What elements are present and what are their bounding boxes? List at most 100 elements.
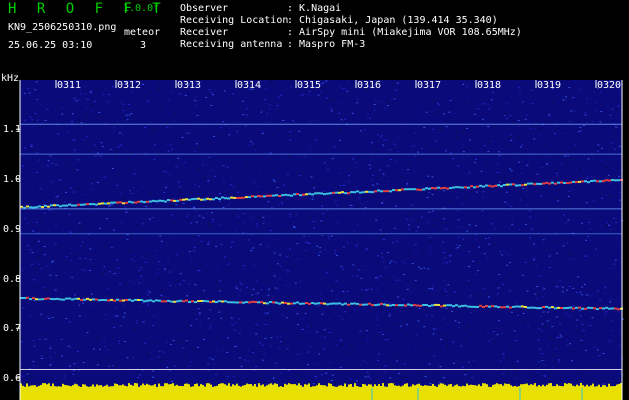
noise-pixel bbox=[262, 359, 265, 361]
noise-pixel bbox=[363, 345, 366, 347]
noise-pixel bbox=[555, 198, 557, 200]
noise-pixel bbox=[571, 360, 574, 362]
noise-pixel bbox=[205, 97, 208, 98]
noise-pixel bbox=[505, 191, 508, 193]
power-spike bbox=[600, 386, 602, 388]
noise-pixel bbox=[448, 251, 451, 253]
noise-pixel bbox=[175, 254, 178, 256]
power-spike bbox=[156, 386, 158, 388]
y-tick-label: 0.7 bbox=[3, 323, 22, 334]
power-spike bbox=[254, 383, 256, 388]
time-tick-label: 0317 bbox=[417, 80, 442, 91]
noise-pixel bbox=[457, 343, 460, 345]
noise-pixel bbox=[255, 223, 258, 225]
noise-pixel bbox=[339, 345, 342, 347]
doppler-trace-upper bbox=[518, 184, 521, 187]
noise-pixel bbox=[113, 315, 116, 317]
noise-pixel bbox=[424, 329, 427, 331]
noise-pixel bbox=[377, 277, 380, 279]
noise-pixel bbox=[288, 271, 290, 272]
doppler-trace-upper bbox=[257, 195, 260, 197]
noise-pixel bbox=[369, 377, 372, 379]
noise-pixel bbox=[495, 284, 498, 286]
doppler-trace-upper bbox=[593, 179, 596, 182]
noise-pixel bbox=[102, 272, 104, 274]
noise-pixel bbox=[373, 104, 376, 105]
noise-pixel bbox=[273, 252, 276, 254]
noise-pixel bbox=[510, 170, 513, 172]
noise-pixel bbox=[112, 251, 115, 253]
noise-pixel bbox=[59, 99, 62, 101]
noise-pixel bbox=[605, 273, 608, 275]
noise-pixel bbox=[401, 260, 404, 262]
noise-pixel bbox=[486, 330, 489, 332]
doppler-trace-upper bbox=[77, 203, 80, 206]
noise-pixel bbox=[212, 218, 215, 220]
noise-pixel bbox=[386, 336, 389, 338]
doppler-trace-lower bbox=[26, 296, 29, 299]
noise-pixel bbox=[116, 328, 118, 330]
noise-pixel bbox=[34, 269, 37, 270]
noise-pixel bbox=[444, 292, 447, 294]
noise-pixel bbox=[228, 134, 231, 136]
noise-pixel bbox=[192, 162, 195, 164]
doppler-trace-upper bbox=[407, 188, 410, 191]
power-spike bbox=[470, 384, 472, 388]
noise-pixel bbox=[514, 371, 517, 373]
noise-pixel bbox=[488, 193, 491, 195]
noise-pixel bbox=[374, 340, 377, 342]
noise-pixel bbox=[304, 128, 307, 130]
noise-pixel bbox=[402, 274, 405, 276]
doppler-trace-lower bbox=[449, 304, 452, 307]
noise-pixel bbox=[596, 290, 599, 292]
noise-pixel bbox=[589, 240, 592, 242]
noise-pixel bbox=[532, 212, 535, 214]
doppler-trace-lower bbox=[23, 297, 26, 299]
power-spike bbox=[460, 386, 462, 388]
noise-pixel bbox=[355, 245, 358, 247]
noise-pixel bbox=[528, 210, 531, 212]
noise-pixel bbox=[263, 220, 265, 222]
noise-pixel bbox=[188, 365, 191, 367]
noise-pixel bbox=[587, 158, 590, 160]
noise-pixel bbox=[533, 138, 536, 140]
noise-pixel bbox=[141, 90, 144, 91]
noise-pixel bbox=[222, 349, 225, 351]
noise-pixel bbox=[163, 267, 166, 269]
noise-pixel bbox=[79, 257, 81, 259]
power-spike bbox=[480, 386, 482, 388]
noise-pixel bbox=[384, 339, 387, 341]
noise-pixel bbox=[352, 349, 355, 351]
noise-pixel bbox=[238, 318, 241, 320]
noise-pixel bbox=[308, 145, 311, 147]
power-spike bbox=[240, 386, 242, 388]
noise-pixel bbox=[95, 171, 98, 173]
power-spike bbox=[274, 383, 276, 388]
noise-pixel bbox=[526, 329, 529, 330]
noise-pixel bbox=[106, 288, 109, 290]
noise-pixel bbox=[130, 258, 133, 260]
doppler-trace-lower bbox=[338, 302, 341, 305]
noise-pixel bbox=[561, 286, 564, 288]
noise-pixel bbox=[27, 202, 30, 204]
noise-pixel bbox=[456, 247, 459, 249]
power-spike bbox=[512, 386, 514, 388]
noise-pixel bbox=[57, 324, 60, 326]
doppler-trace-upper bbox=[269, 194, 272, 197]
noise-pixel bbox=[369, 236, 372, 238]
noise-pixel bbox=[590, 295, 593, 297]
noise-pixel bbox=[335, 280, 338, 282]
noise-pixel bbox=[103, 176, 106, 178]
noise-pixel bbox=[615, 109, 618, 111]
noise-pixel bbox=[547, 311, 550, 313]
power-spike bbox=[216, 385, 218, 388]
noise-pixel bbox=[197, 235, 200, 237]
noise-pixel bbox=[323, 329, 326, 331]
power-spike bbox=[348, 384, 350, 388]
noise-pixel bbox=[442, 167, 444, 169]
noise-pixel bbox=[119, 144, 122, 146]
noise-pixel bbox=[508, 83, 511, 85]
noise-pixel bbox=[246, 244, 249, 246]
noise-pixel bbox=[455, 244, 458, 246]
power-spike bbox=[314, 386, 316, 388]
